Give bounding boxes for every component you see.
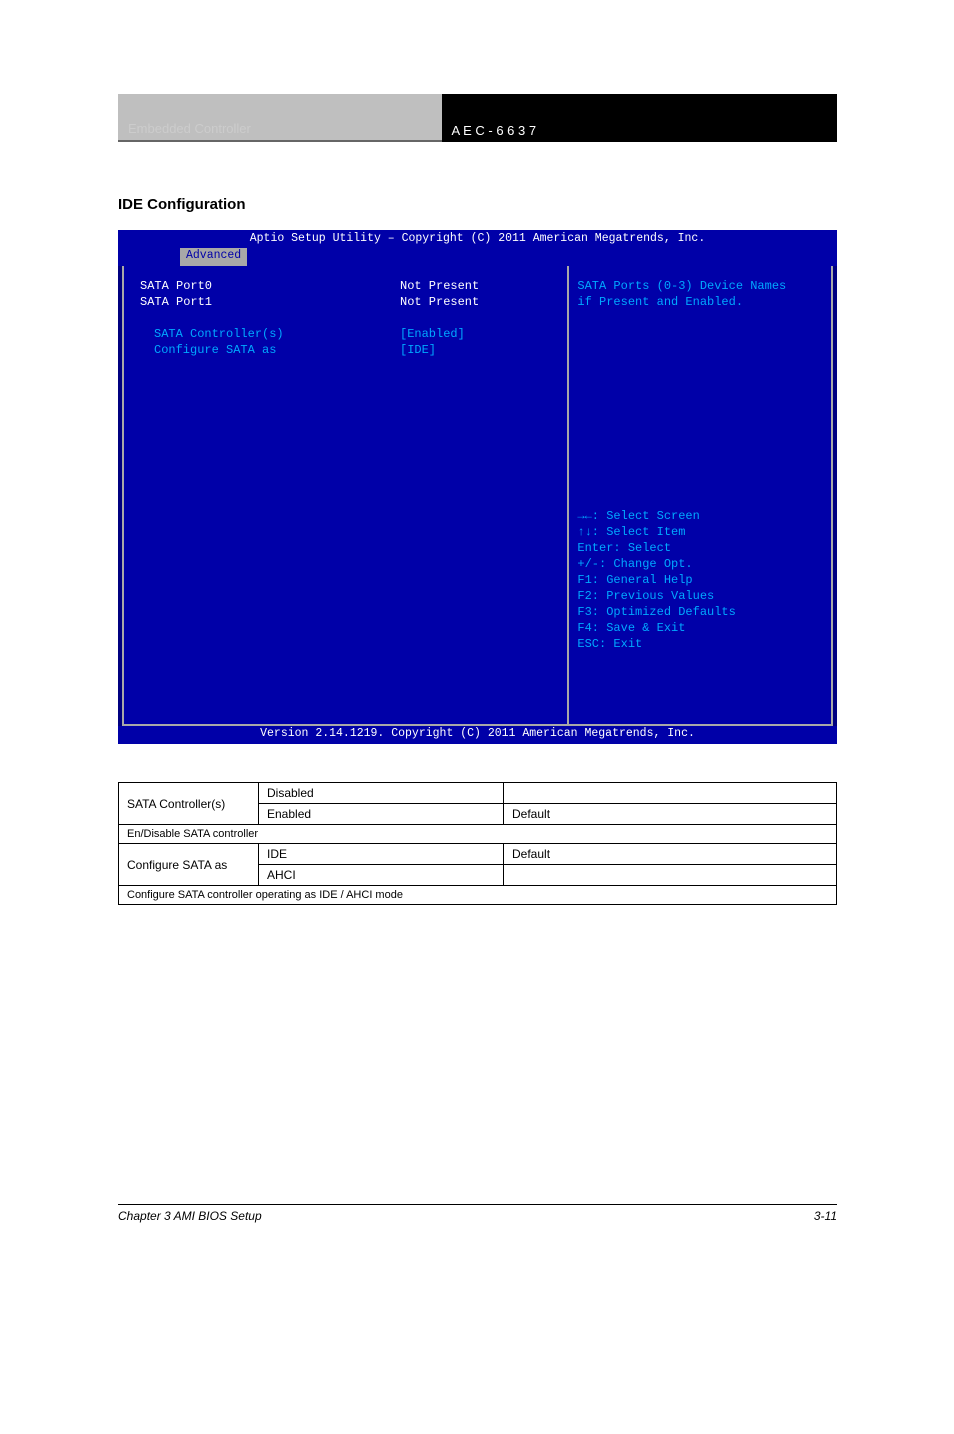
bios-left-panel: SATA Port0 Not Present SATA Port1 Not Pr… [124, 266, 569, 724]
key-3: +/-: Change Opt. [577, 556, 823, 572]
cell-desc-2: Configure SATA controller operating as I… [119, 886, 837, 905]
cell-opt-1b: Enabled [259, 804, 504, 825]
key-7: F4: Save & Exit [577, 620, 823, 636]
cell-desc-1: En/Disable SATA controller [119, 825, 837, 844]
val-sata-port1: Not Present [400, 294, 479, 310]
footer-chapter: Chapter 3 AMI BIOS Setup [118, 1209, 262, 1223]
cell-name-2: Configure SATA as [119, 844, 259, 886]
bios-footer: Version 2.14.1219. Copyright (C) 2011 Am… [118, 726, 837, 744]
table-row: SATA Controller(s) Disabled [119, 783, 837, 804]
key-8: ESC: Exit [577, 636, 823, 652]
cell-name-1: SATA Controller(s) [119, 783, 259, 825]
cell-opt-2b: AHCI [259, 865, 504, 886]
bios-right-panel: SATA Ports (0-3) Device Names if Present… [569, 266, 831, 724]
key-1: ↑↓: Select Item [577, 524, 823, 540]
doc-header: Embedded Controller A E C - 6 6 3 7 [118, 94, 837, 142]
lbl-configure-sata: Configure SATA as [140, 342, 400, 358]
table-desc-row: En/Disable SATA controller [119, 825, 837, 844]
val-sata-controller[interactable]: [Enabled] [400, 326, 465, 342]
options-table: SATA Controller(s) Disabled Enabled Defa… [118, 782, 837, 905]
bios-screenshot: Aptio Setup Utility – Copyright (C) 2011… [118, 230, 837, 744]
cell-def-1a [504, 783, 837, 804]
val-sata-port0: Not Present [400, 278, 479, 294]
bios-tab-row: Advanced [118, 248, 837, 266]
row-configure-sata[interactable]: Configure SATA as [IDE] [140, 342, 557, 358]
cell-opt-1a: Disabled [259, 783, 504, 804]
table-row: Configure SATA as IDE Default [119, 844, 837, 865]
help-line-2: if Present and Enabled. [577, 294, 823, 310]
cell-def-2a: Default [504, 844, 837, 865]
bios-title: Aptio Setup Utility – Copyright (C) 2011… [118, 230, 837, 248]
help-line-1: SATA Ports (0-3) Device Names [577, 278, 823, 294]
footer-page: 3-11 [814, 1209, 837, 1223]
header-left: Embedded Controller [118, 94, 442, 142]
row-sata-controller[interactable]: SATA Controller(s) [Enabled] [140, 326, 557, 342]
lbl-sata-port1: SATA Port1 [140, 294, 400, 310]
section-title-ide: IDE Configuration [118, 196, 246, 213]
val-configure-sata[interactable]: [IDE] [400, 342, 436, 358]
key-2: Enter: Select [577, 540, 823, 556]
lbl-sata-controller: SATA Controller(s) [140, 326, 400, 342]
key-4: F1: General Help [577, 572, 823, 588]
cell-def-2b [504, 865, 837, 886]
bios-item-help: SATA Ports (0-3) Device Names if Present… [577, 278, 823, 310]
cell-def-1b: Default [504, 804, 837, 825]
lbl-sata-port0: SATA Port0 [140, 278, 400, 294]
page-footer: Chapter 3 AMI BIOS Setup 3-11 [118, 1204, 837, 1223]
bios-body: SATA Port0 Not Present SATA Port1 Not Pr… [122, 266, 833, 726]
key-0: →←: Select Screen [577, 508, 823, 524]
row-sata-port1: SATA Port1 Not Present [140, 294, 557, 310]
tab-advanced[interactable]: Advanced [180, 248, 247, 266]
key-6: F3: Optimized Defaults [577, 604, 823, 620]
key-5: F2: Previous Values [577, 588, 823, 604]
row-sata-port0: SATA Port0 Not Present [140, 278, 557, 294]
header-right: A E C - 6 6 3 7 [442, 94, 837, 142]
cell-opt-2a: IDE [259, 844, 504, 865]
table-desc-row: Configure SATA controller operating as I… [119, 886, 837, 905]
bios-key-legend: →←: Select Screen ↑↓: Select Item Enter:… [577, 508, 823, 712]
